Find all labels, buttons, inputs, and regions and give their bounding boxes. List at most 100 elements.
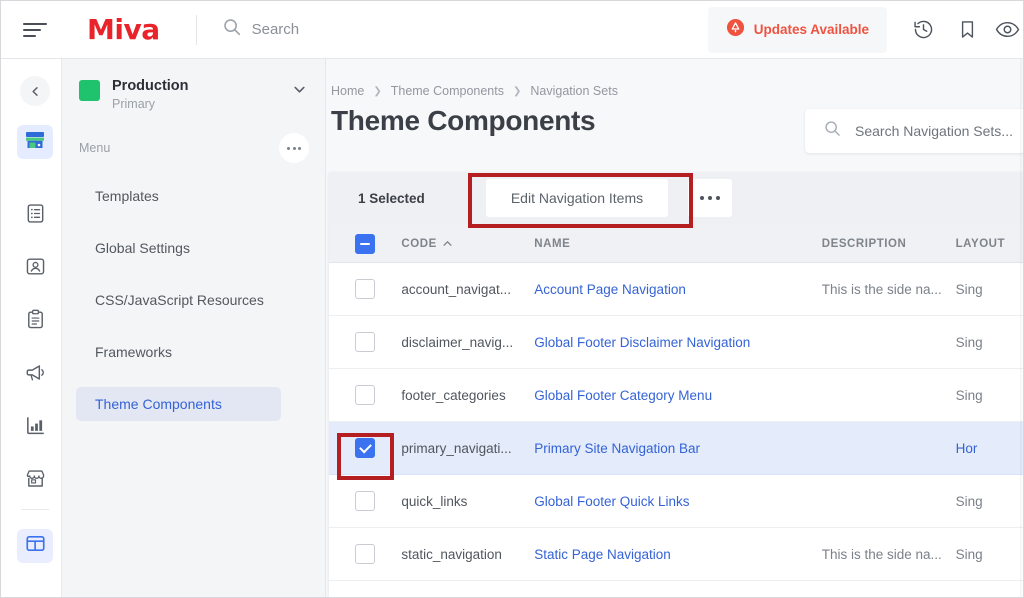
rail-item-marketing[interactable]: [17, 358, 53, 392]
cell-layout: Sing: [955, 493, 983, 509]
cell-layout: Sing: [955, 387, 983, 403]
selected-count-label: 1 Selected: [358, 191, 425, 206]
cell-code: disclaimer_navig...: [401, 334, 514, 350]
breadcrumb-item-theme-components[interactable]: Theme Components: [391, 84, 504, 98]
cell-code: static_navigation: [401, 546, 502, 562]
global-search[interactable]: Search: [223, 18, 300, 41]
main-content: Home ❯ Theme Components ❯ Navigation Set…: [326, 59, 1023, 597]
breadcrumb-item-navigation-sets[interactable]: Navigation Sets: [530, 84, 618, 98]
table-toolbar: 1 Selected Edit Navigation Items: [329, 172, 1023, 225]
table-row[interactable]: disclaimer_navig... Global Footer Discla…: [329, 316, 1023, 369]
row-checkbox[interactable]: [355, 438, 376, 458]
cell-name-link[interactable]: Global Footer Quick Links: [534, 494, 822, 509]
ellipsis-icon[interactable]: [279, 133, 309, 163]
column-header-description[interactable]: DESCRIPTION: [822, 238, 956, 250]
edit-navigation-items-button[interactable]: Edit Navigation Items: [486, 179, 668, 217]
store-sidebar: Production Primary Menu Templates Global…: [62, 59, 326, 597]
row-checkbox-cell: [329, 438, 401, 458]
divider: [21, 509, 49, 510]
sidebar-item-templates[interactable]: Templates: [76, 179, 281, 213]
toolbar-more-actions-button[interactable]: [688, 179, 732, 217]
cell-code: quick_links: [401, 493, 468, 509]
row-checkbox[interactable]: [355, 332, 376, 352]
global-search-placeholder: Search: [251, 21, 300, 38]
table-row[interactable]: footer_categories Global Footer Category…: [329, 369, 1023, 422]
cell-layout: Sing: [955, 546, 983, 562]
sidebar-item-label: Frameworks: [95, 344, 173, 360]
menu-label: Menu: [79, 141, 111, 155]
sidebar-item-label: Global Settings: [95, 240, 190, 256]
select-all-checkbox[interactable]: [355, 233, 376, 254]
search-icon: [824, 120, 841, 142]
rail-item-reports[interactable]: [17, 411, 53, 445]
storefront-icon: [24, 467, 47, 495]
table-row[interactable]: quick_links Global Footer Quick Links Si…: [329, 475, 1023, 528]
row-checkbox[interactable]: [355, 279, 376, 299]
chevron-right-icon: ❯: [373, 85, 382, 97]
table-row-selected[interactable]: primary_navigati... Primary Site Navigat…: [329, 422, 1023, 475]
rail-item-storefront[interactable]: [17, 464, 53, 498]
sidebar-item-theme-components[interactable]: Theme Components: [76, 387, 281, 421]
select-all-checkbox-cell: [329, 233, 401, 254]
rail-item-theme[interactable]: [17, 529, 53, 563]
row-checkbox[interactable]: [355, 491, 376, 511]
rail-item-catalog[interactable]: [17, 305, 53, 339]
menu-section-header: Menu: [79, 133, 309, 163]
sidebar-item-label: CSS/JavaScript Resources: [95, 292, 264, 308]
rail-item-orders[interactable]: [17, 199, 53, 233]
store-name: Production: [112, 78, 189, 94]
chevron-left-icon[interactable]: [20, 76, 50, 106]
chevron-down-icon[interactable]: [292, 82, 307, 102]
table-row[interactable]: static_navigation Static Page Navigation…: [329, 528, 1023, 581]
cell-name-link[interactable]: Static Page Navigation: [534, 547, 822, 562]
bookmark-icon[interactable]: [945, 19, 989, 40]
customers-icon: [24, 255, 47, 283]
cell-name-link[interactable]: Global Footer Disclaimer Navigation: [534, 335, 822, 350]
eye-icon[interactable]: [989, 17, 1023, 42]
store-selector[interactable]: Production Primary: [79, 78, 309, 111]
search-icon: [223, 18, 241, 41]
store-subtitle: Primary: [112, 96, 156, 111]
sidebar-item-label: Templates: [95, 188, 159, 204]
column-header-code[interactable]: CODE: [401, 238, 534, 250]
history-icon[interactable]: [901, 18, 945, 41]
column-header-code-label: CODE: [401, 237, 437, 250]
rail-item-store[interactable]: [17, 125, 53, 159]
row-checkbox[interactable]: [355, 385, 376, 405]
sidebar-item-frameworks[interactable]: Frameworks: [76, 335, 281, 369]
column-header-name[interactable]: NAME: [534, 238, 822, 250]
row-checkbox-cell: [329, 491, 401, 511]
cell-layout: Sing: [955, 281, 983, 297]
row-checkbox[interactable]: [355, 544, 376, 564]
breadcrumb-item-home[interactable]: Home: [331, 84, 364, 98]
miva-logo[interactable]: Miva: [87, 15, 160, 44]
catalog-icon: [24, 308, 47, 336]
orders-icon: [24, 202, 47, 230]
sidebar-item-css-javascript-resources[interactable]: CSS/JavaScript Resources: [76, 283, 281, 317]
cell-code: account_navigat...: [401, 281, 511, 297]
chevron-right-icon: ❯: [513, 85, 522, 97]
table-row[interactable]: account_navigat... Account Page Navigati…: [329, 263, 1023, 316]
cell-layout: Hor: [955, 440, 978, 456]
alert-circle-icon: [726, 18, 745, 42]
hamburger-icon[interactable]: [23, 17, 49, 43]
icon-rail: [2, 59, 62, 597]
caret-up-icon: [443, 238, 452, 250]
breadcrumb: Home ❯ Theme Components ❯ Navigation Set…: [331, 84, 618, 98]
page-title: Theme Components: [331, 105, 596, 136]
marketing-icon: [24, 361, 47, 389]
sidebar-item-global-settings[interactable]: Global Settings: [76, 231, 281, 265]
navigation-sets-table-card: 1 Selected Edit Navigation Items CODE NA…: [329, 172, 1023, 597]
column-header-layout[interactable]: LAYOUT: [956, 238, 1023, 250]
navigation-sets-search[interactable]: Search Navigation Sets...: [805, 109, 1023, 153]
cell-description: This is the side na...: [821, 281, 942, 297]
reports-icon: [24, 414, 47, 442]
cell-name-link[interactable]: Account Page Navigation: [534, 282, 822, 297]
search-input[interactable]: Search Navigation Sets...: [855, 123, 1013, 139]
row-checkbox-cell: [329, 279, 401, 299]
updates-available-button[interactable]: Updates Available: [707, 6, 887, 53]
cell-name-link[interactable]: Primary Site Navigation Bar: [534, 441, 822, 456]
rail-item-customers[interactable]: [17, 252, 53, 286]
miva-admin-window: Miva Search Updates Available Production…: [0, 0, 1024, 598]
cell-name-link[interactable]: Global Footer Category Menu: [534, 388, 822, 403]
